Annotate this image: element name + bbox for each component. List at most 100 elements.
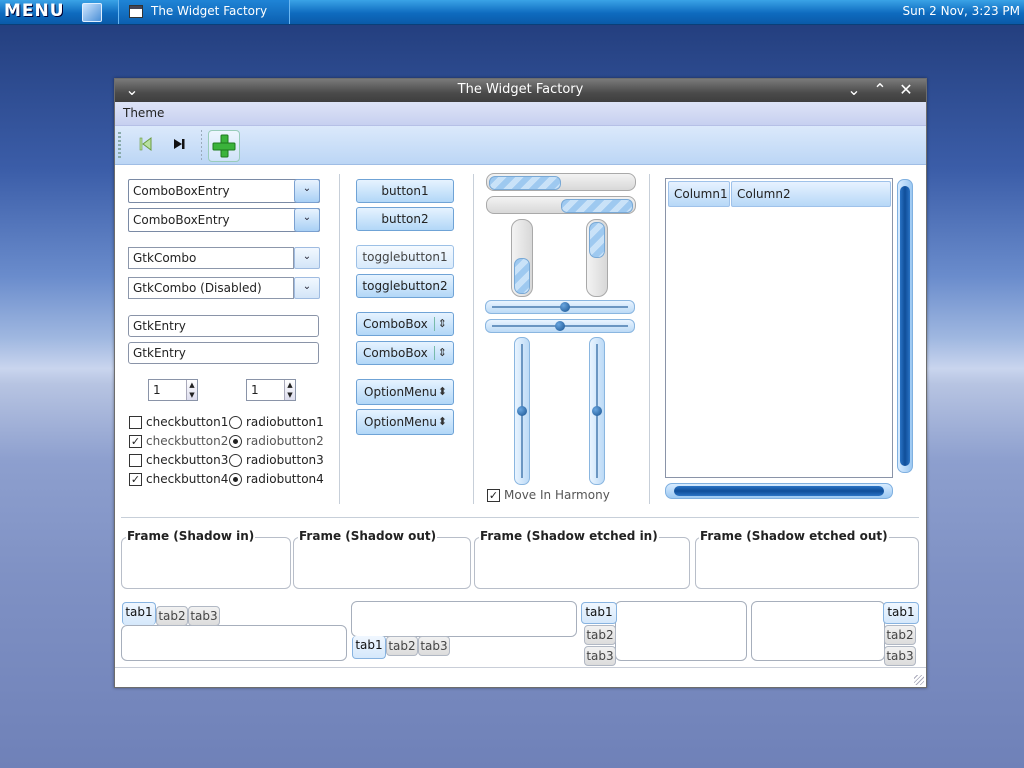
desktop-switch-icon[interactable] xyxy=(82,3,102,22)
checkbutton-4-box[interactable]: ✓ xyxy=(129,473,142,486)
checkbutton-3-label[interactable]: checkbutton3 xyxy=(146,453,228,467)
comboboxentry-1-text[interactable]: ComboBoxEntry xyxy=(133,184,230,198)
gtkcombo-1[interactable]: GtkCombo ⌄ xyxy=(128,247,320,269)
horizontal-scrollbar-thumb[interactable] xyxy=(674,486,884,496)
gtkentry-2[interactable]: GtkEntry xyxy=(128,342,319,364)
up-down-arrows-icon: ⇕ xyxy=(437,346,447,359)
vscale-1[interactable] xyxy=(514,337,530,485)
frame-shadow-etched-in-label: Frame (Shadow etched in) xyxy=(479,529,659,543)
hscale-2[interactable] xyxy=(485,319,635,333)
spin-arrows-icon[interactable]: ▲ ▼ xyxy=(284,380,295,400)
button2[interactable]: button2 xyxy=(356,207,454,231)
progressbar-2 xyxy=(486,196,636,214)
move-in-harmony-label[interactable]: Move In Harmony xyxy=(504,488,610,502)
up-down-arrows-icon: ⬍ xyxy=(437,385,447,398)
hscale-1-slider[interactable] xyxy=(560,302,570,312)
togglebutton1[interactable]: togglebutton1 xyxy=(356,245,454,269)
notebook-left-tab3[interactable]: tab3 xyxy=(584,646,616,666)
close-icon[interactable]: ✕ xyxy=(897,81,915,99)
spinbutton-2[interactable]: 1 ▲ ▼ xyxy=(246,379,296,401)
notebook-top-tab3[interactable]: tab3 xyxy=(188,606,220,626)
horizontal-scrollbar[interactable] xyxy=(665,483,893,499)
spin-arrows-icon[interactable]: ▲ ▼ xyxy=(186,380,197,400)
checkbutton-1-label[interactable]: checkbutton1 xyxy=(146,415,228,429)
optionmenu-1[interactable]: OptionMenu ⬍ xyxy=(356,379,454,405)
vscale-2[interactable] xyxy=(589,337,605,485)
spinbutton-1-value: 1 xyxy=(153,383,161,397)
gtkcombo-2-button: ⌄ xyxy=(294,277,320,299)
checkbutton-3-box[interactable] xyxy=(129,454,142,467)
combobox-2[interactable]: ComboBox ⇕ xyxy=(356,341,454,365)
notebook-left-tab1[interactable]: tab1 xyxy=(581,602,617,624)
maximize-icon[interactable]: ⌃ xyxy=(871,81,889,99)
comboboxentry-2-arrow[interactable]: ⌄ xyxy=(294,208,320,232)
combobox-1[interactable]: ComboBox ⇕ xyxy=(356,312,454,336)
column-header-2[interactable]: Column2 xyxy=(731,181,891,207)
checkbutton-1-box[interactable] xyxy=(129,416,142,429)
spinbutton-1[interactable]: 1 ▲ ▼ xyxy=(148,379,198,401)
go-last-icon[interactable] xyxy=(170,135,188,153)
notebook-bottom-tab1[interactable]: tab1 xyxy=(352,636,386,659)
hscale-1[interactable] xyxy=(485,300,635,314)
radiobutton-4-circle[interactable] xyxy=(229,473,242,486)
optionmenu-2[interactable]: OptionMenu ⬍ xyxy=(356,409,454,435)
radiobutton-4-label[interactable]: radiobutton4 xyxy=(246,472,324,486)
column-separator-3 xyxy=(649,174,650,504)
radiobutton-2-label[interactable]: radiobutton2 xyxy=(246,434,324,448)
comboboxentry-1[interactable]: ComboBoxEntry ⌄ xyxy=(128,179,320,203)
notebook-bottom-tab2[interactable]: tab2 xyxy=(386,636,418,656)
togglebutton2[interactable]: togglebutton2 xyxy=(356,274,454,298)
radiobutton-3-circle[interactable] xyxy=(229,454,242,467)
toolbar xyxy=(115,126,926,165)
main-menu-button[interactable]: MENU xyxy=(0,0,108,24)
gtkcombo-1-entry[interactable]: GtkCombo xyxy=(128,247,294,269)
vertical-scrollbar-thumb[interactable] xyxy=(900,186,910,466)
notebook-right-tab2[interactable]: tab2 xyxy=(884,625,916,645)
radiobutton-1-label[interactable]: radiobutton1 xyxy=(246,415,324,429)
frame-shadow-in-label: Frame (Shadow in) xyxy=(126,529,256,543)
clock[interactable]: Sun 2 Nov, 3:23 PM xyxy=(903,4,1021,18)
gtkentry-1[interactable]: GtkEntry xyxy=(128,315,319,337)
notebook-bottom-body xyxy=(351,601,577,637)
go-back-icon[interactable] xyxy=(137,135,155,153)
comboboxentry-1-arrow[interactable]: ⌄ xyxy=(294,179,320,203)
combobox-1-divider xyxy=(434,317,435,331)
comboboxentry-2-text[interactable]: ComboBoxEntry xyxy=(133,213,230,227)
toolbar-grip[interactable] xyxy=(118,132,121,158)
column-header-2-label: Column2 xyxy=(737,187,791,201)
tree-view[interactable]: Column1 Column2 xyxy=(665,178,893,478)
progressbar-1 xyxy=(486,173,636,191)
vscale-2-slider[interactable] xyxy=(592,406,602,416)
notebook-right-tab1[interactable]: tab1 xyxy=(883,602,919,624)
move-in-harmony-box[interactable]: ✓ xyxy=(487,489,500,502)
progressbar-v2 xyxy=(586,219,608,297)
notebook-left-tab2[interactable]: tab2 xyxy=(584,625,616,645)
minimize-icon[interactable]: ⌄ xyxy=(845,81,863,99)
gtkcombo-1-button[interactable]: ⌄ xyxy=(294,247,320,269)
radiobutton-3-label[interactable]: radiobutton3 xyxy=(246,453,324,467)
radiobutton-2-circle[interactable] xyxy=(229,435,242,448)
progressbar-v1 xyxy=(511,219,533,297)
chevron-down-icon: ⌄ xyxy=(302,212,312,223)
vertical-scrollbar[interactable] xyxy=(897,179,913,473)
taskbar-item-widget-factory[interactable]: The Widget Factory xyxy=(118,0,290,24)
menu-theme[interactable]: Theme xyxy=(123,106,164,120)
notebook-top-body xyxy=(121,625,347,661)
radiobutton-1-circle[interactable] xyxy=(229,416,242,429)
notebook-top-tab1[interactable]: tab1 xyxy=(122,602,156,625)
add-button[interactable] xyxy=(208,130,240,162)
notebook-top-tab2[interactable]: tab2 xyxy=(156,606,188,626)
button1[interactable]: button1 xyxy=(356,179,454,203)
titlebar[interactable]: ⌄ The Widget Factory ⌄ ⌃ ✕ xyxy=(115,79,926,102)
hscale-2-slider[interactable] xyxy=(555,321,565,331)
checkbutton-2-label[interactable]: checkbutton2 xyxy=(146,434,228,448)
notebook-bottom-tab3[interactable]: tab3 xyxy=(418,636,450,656)
checkbutton-2-box[interactable]: ✓ xyxy=(129,435,142,448)
resize-grip-icon[interactable] xyxy=(914,675,924,685)
combobox-2-label: ComboBox xyxy=(363,346,428,360)
vscale-1-slider[interactable] xyxy=(517,406,527,416)
comboboxentry-2[interactable]: ComboBoxEntry ⌄ xyxy=(128,208,320,232)
column-header-1[interactable]: Column1 xyxy=(668,181,730,207)
notebook-right-tab3[interactable]: tab3 xyxy=(884,646,916,666)
checkbutton-4-label[interactable]: checkbutton4 xyxy=(146,472,228,486)
